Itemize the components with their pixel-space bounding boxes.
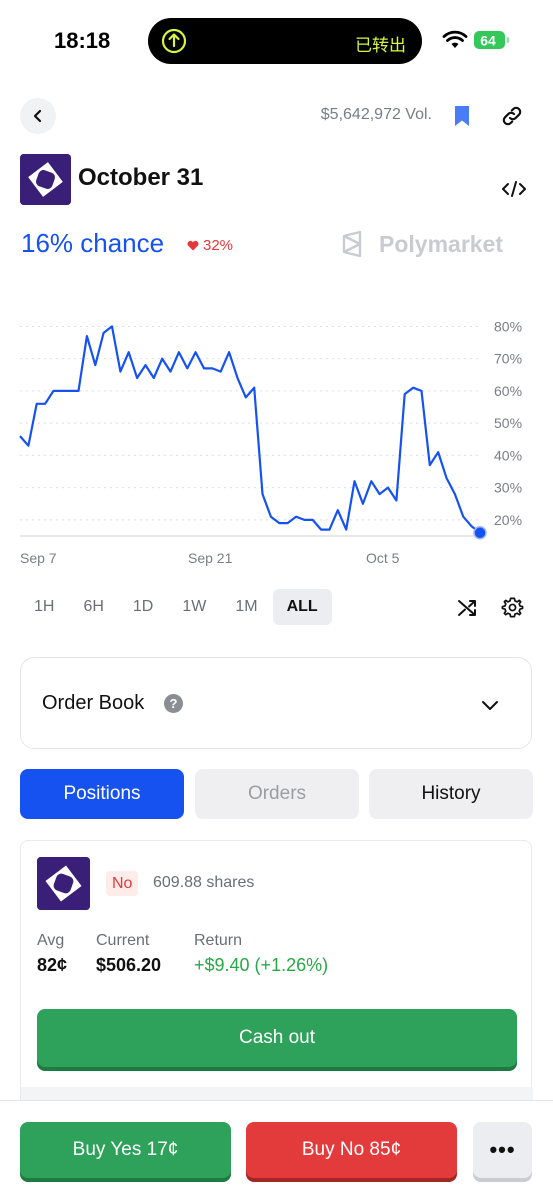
order-book-panel[interactable]: Order Book ? xyxy=(20,657,532,749)
avg-label: Avg xyxy=(37,932,65,949)
wifi-icon xyxy=(442,30,468,48)
card-divider xyxy=(21,1087,533,1101)
position-card: No 609.88 shares Avg 82¢ Current $506.20… xyxy=(20,840,533,1101)
gear-icon[interactable] xyxy=(501,596,524,619)
status-time: 18:18 xyxy=(54,28,111,53)
return-label: Return xyxy=(194,932,243,949)
bottom-action-bar: Buy Yes 17¢ Buy No 85¢ ••• xyxy=(0,1100,553,1200)
change-indicator: 32% xyxy=(187,237,233,254)
battery-level: 64 xyxy=(480,33,496,49)
order-book-title: Order Book xyxy=(42,692,145,714)
change-value: 32% xyxy=(203,237,234,254)
island-status-text: 已转出 xyxy=(355,36,406,56)
position-logo xyxy=(37,857,90,910)
chevron-down-icon[interactable] xyxy=(479,694,501,716)
back-icon xyxy=(33,109,42,123)
shuffle-icon[interactable] xyxy=(456,597,478,619)
cash-out-button[interactable]: Cash out xyxy=(37,1009,517,1067)
volume-text: $5,642,972 Vol. xyxy=(320,106,432,123)
embed-code-icon[interactable] xyxy=(501,178,527,200)
timeframe-1d[interactable]: 1D xyxy=(119,589,167,625)
timeframe-1h[interactable]: 1H xyxy=(20,589,68,625)
current-point xyxy=(473,526,487,540)
battery-icon: 64 xyxy=(474,31,509,49)
y-tick-label: 50% xyxy=(494,415,522,431)
market-logo-icon xyxy=(20,154,71,205)
y-tick-label: 40% xyxy=(494,447,522,463)
back-button[interactable] xyxy=(20,98,56,134)
bookmark-icon[interactable] xyxy=(452,104,472,128)
help-icon[interactable]: ? xyxy=(164,694,183,713)
y-tick-label: 60% xyxy=(494,383,522,399)
price-chart[interactable]: 80% 70% 60% 50% 40% 30% 20% Sep 7 Sep 21 Oct 5 xyxy=(0,300,553,580)
timeframe-6h[interactable]: 6H xyxy=(69,589,117,625)
y-tick-label: 30% xyxy=(494,480,522,496)
market-logo xyxy=(20,154,71,205)
tab-positions[interactable]: Positions xyxy=(20,769,184,819)
status-bar: 18:18 已转出 64 xyxy=(0,0,553,80)
y-tick-label: 70% xyxy=(494,351,522,367)
market-title: October 31 xyxy=(78,164,204,191)
y-tick-label: 80% xyxy=(494,318,522,334)
polymarket-brand: Polymarket xyxy=(379,231,504,257)
dynamic-island[interactable]: 已转出 xyxy=(148,18,422,64)
series-line xyxy=(19,325,481,534)
chance-text: 16% chance xyxy=(21,228,165,258)
link-icon[interactable] xyxy=(500,104,524,128)
buy-yes-button[interactable]: Buy Yes 17¢ xyxy=(20,1122,231,1178)
current-value: $506.20 xyxy=(96,955,162,975)
side-badge: No xyxy=(106,871,139,896)
shares-text: 609.88 shares xyxy=(153,874,255,891)
share-up-icon xyxy=(161,28,187,54)
tab-history[interactable]: History xyxy=(369,769,533,819)
y-tick-label: 20% xyxy=(494,512,522,528)
x-tick-label: Sep 7 xyxy=(20,550,57,566)
current-label: Current xyxy=(96,932,150,949)
x-tick-label: Oct 5 xyxy=(366,550,400,566)
avg-value: 82¢ xyxy=(37,955,68,975)
x-tick-label: Sep 21 xyxy=(188,550,233,566)
timeframe-1m[interactable]: 1M xyxy=(221,589,271,625)
tab-orders[interactable]: Orders xyxy=(195,769,359,819)
timeframe-selector: 1H 6H 1D 1W 1M ALL xyxy=(20,589,333,625)
more-options-button[interactable]: ••• xyxy=(473,1122,532,1178)
market-logo-icon xyxy=(37,857,90,910)
heart-down-icon xyxy=(187,240,199,251)
timeframe-all[interactable]: ALL xyxy=(272,589,332,625)
return-value: +$9.40 (+1.26%) xyxy=(194,955,329,975)
buy-no-button[interactable]: Buy No 85¢ xyxy=(246,1122,457,1178)
timeframe-1w[interactable]: 1W xyxy=(168,589,220,625)
polymarket-logo-icon xyxy=(342,230,362,258)
